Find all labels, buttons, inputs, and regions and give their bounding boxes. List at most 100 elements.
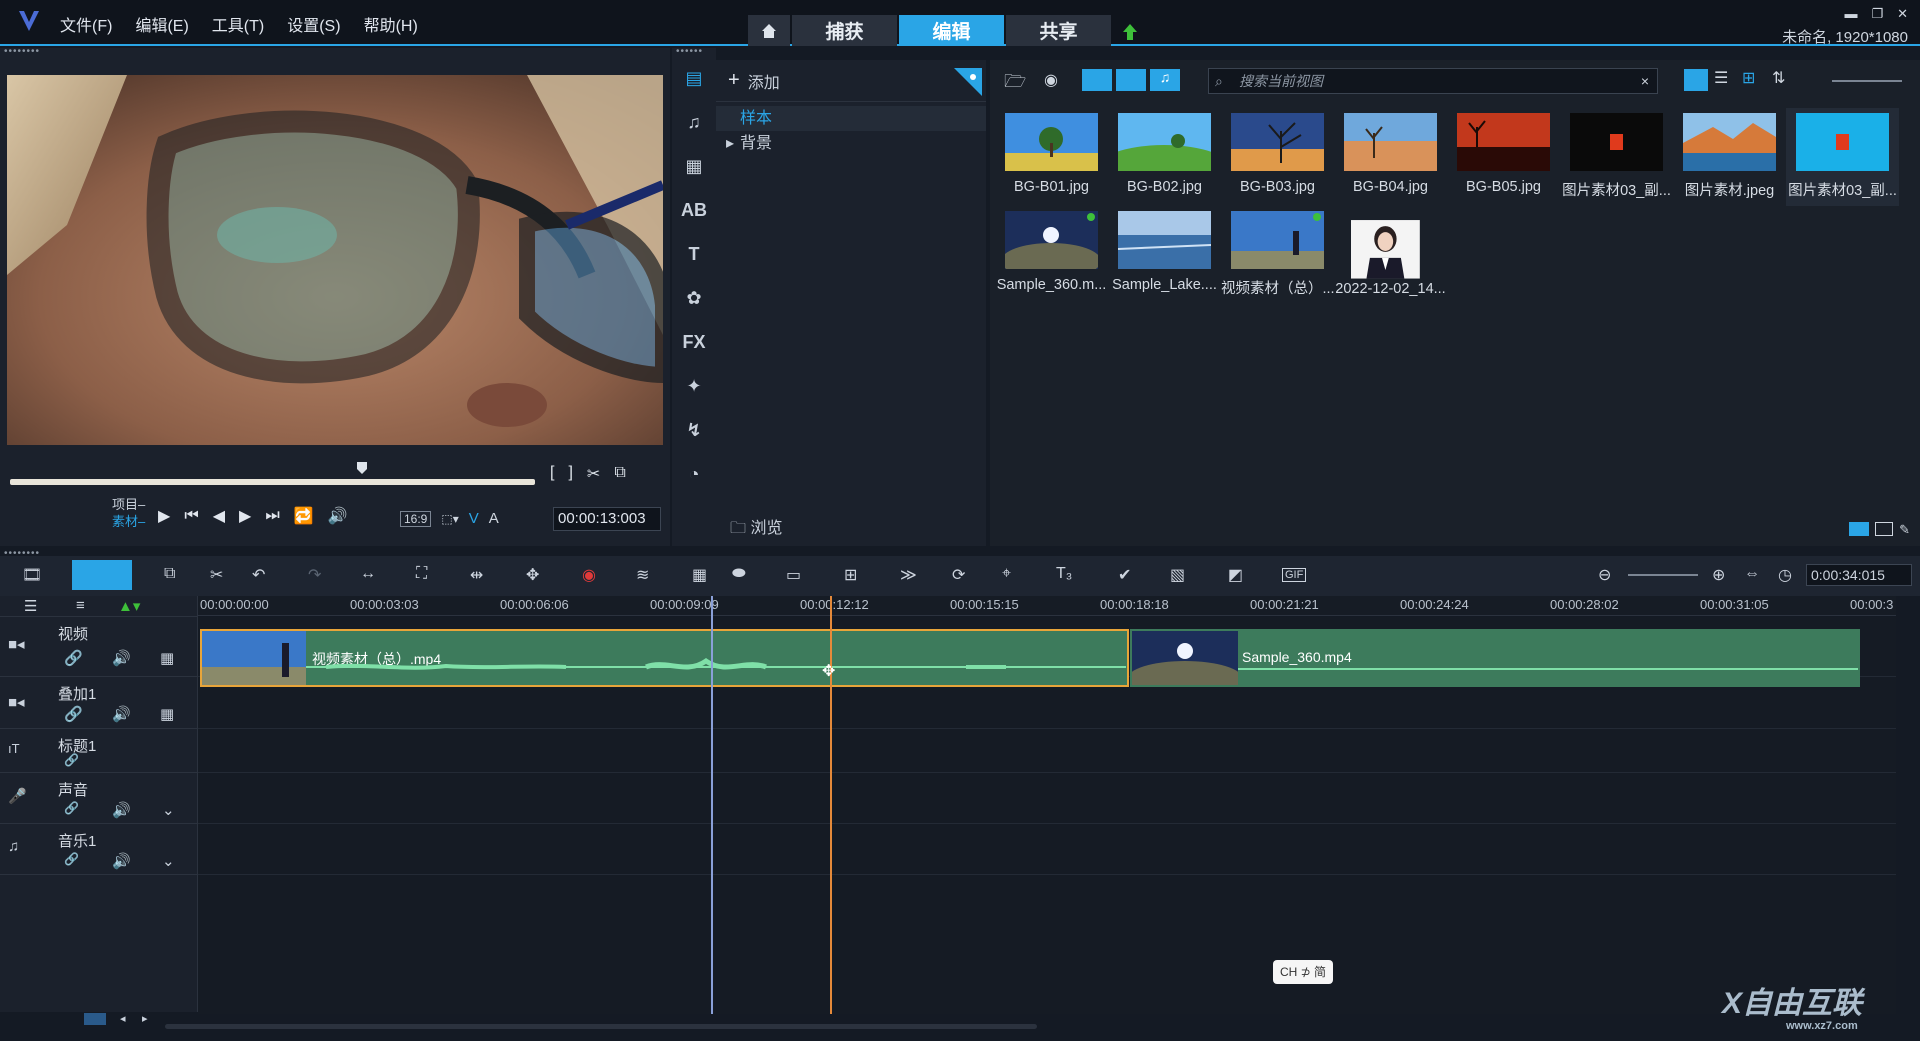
mask-creator-icon[interactable]: ▧ [1170, 565, 1185, 585]
text-icon[interactable]: T [672, 232, 716, 276]
media-item[interactable]: Sample_Lake.... [1108, 206, 1221, 304]
menu-edit[interactable]: 编辑(E) [135, 12, 188, 36]
aspect-ratio-button[interactable]: 16:9 [400, 510, 432, 527]
media-item-selected[interactable]: 图片素材03_副... [1786, 108, 1899, 206]
effects-wand-icon[interactable]: ✦ [672, 364, 716, 408]
search-input[interactable]: ⌕ 搜索当前视图 × [1208, 68, 1658, 94]
music-track-lane[interactable] [198, 824, 1896, 875]
mute-icon[interactable]: 🔊 [112, 705, 131, 723]
grid-toggle-icon[interactable]: ▦ [160, 649, 174, 667]
link-icon[interactable]: 🔗 [64, 753, 79, 767]
thumbnail-view-icon[interactable] [1684, 69, 1708, 91]
title-track-icon[interactable]: ıT [8, 741, 20, 756]
enlarge-preview-icon[interactable]: ⧉ [614, 464, 625, 484]
play-icon[interactable]: ▶ [158, 506, 170, 526]
tree-item-background[interactable]: ▸ 背景 [716, 131, 986, 156]
instant-project-icon[interactable]: ♫ [672, 100, 716, 144]
show-photos-toggle[interactable] [1116, 69, 1146, 91]
list-view-icon[interactable]: ☰ [1714, 68, 1728, 88]
music-track-icon[interactable]: ♫ [8, 838, 19, 855]
link-icon[interactable]: 🔗 [64, 705, 83, 723]
timeline-view-icon[interactable] [72, 560, 132, 590]
transition-icon[interactable]: ▦ [672, 144, 716, 188]
split-icon[interactable]: ⇹ [470, 565, 483, 585]
move-icon[interactable]: ✥ [526, 565, 539, 585]
link-icon[interactable]: 🔗 [64, 801, 79, 815]
restore-icon[interactable]: ❐ [1871, 6, 1883, 22]
crop-icon[interactable]: ⛶ [416, 565, 427, 583]
media-item[interactable]: BG-B03.jpg [1221, 108, 1334, 206]
previous-frame-icon[interactable]: ◀ [213, 506, 225, 526]
3d-title-icon[interactable]: T₃ [1056, 565, 1072, 583]
color-icon[interactable]: ◉ [582, 565, 596, 585]
grid-view-icon[interactable]: ⊞ [1742, 68, 1755, 88]
motion-icon[interactable]: ≫ [900, 565, 917, 585]
redo-icon[interactable]: ↷ [308, 565, 321, 585]
go-to-end-icon[interactable]: ⏭ [265, 507, 279, 525]
audio-wave-icon[interactable]: ≋ [636, 565, 649, 585]
timeline-horizontal-scrollbar[interactable] [165, 1024, 1037, 1029]
add-marker-icon[interactable]: ▲▾ [118, 597, 140, 615]
preview-scrubber[interactable] [10, 479, 535, 485]
tracking-icon[interactable]: ⌖ [1002, 565, 1011, 583]
panel-grip[interactable]: •••••••• [0, 47, 670, 57]
filter-fx-icon[interactable]: FX [672, 320, 716, 364]
tab-share[interactable]: 共享 [1006, 15, 1111, 46]
ime-indicator[interactable]: CH ⊅ 简 [1273, 960, 1333, 984]
loop-icon[interactable]: ⟳ [952, 565, 965, 585]
media-item[interactable]: 2022-12-02_14... [1334, 206, 1447, 304]
tab-capture[interactable]: 捕获 [792, 15, 897, 46]
scroll-right-icon[interactable]: ▸ [142, 1012, 148, 1025]
go-to-start-icon[interactable]: ⏮ [184, 507, 198, 525]
mark-out-icon[interactable]: ] [568, 464, 572, 484]
title-icon[interactable]: AB [672, 188, 716, 232]
media-item[interactable]: Sample_360.m... [995, 206, 1108, 304]
subtitle-icon[interactable]: ▭ [786, 565, 801, 585]
zoom-slider[interactable] [1628, 574, 1698, 576]
mute-icon[interactable]: 🔊 [112, 852, 131, 870]
upload-icon[interactable] [1120, 22, 1140, 42]
scrubber-handle-icon[interactable] [355, 461, 369, 475]
title-track-lane[interactable] [198, 729, 1896, 773]
voice-track-icon[interactable]: 🎤 [8, 787, 27, 805]
track-height-button[interactable] [84, 1013, 106, 1025]
fit-project-icon[interactable]: ⇔ [1744, 565, 1760, 583]
video-track-toggle[interactable]: V [469, 510, 479, 527]
media-item[interactable]: BG-B02.jpg [1108, 108, 1221, 206]
expand-track-icon[interactable]: ⌄ [162, 801, 175, 819]
grid-toggle-icon[interactable]: ▦ [160, 705, 174, 723]
library-view-a-icon[interactable] [1849, 522, 1870, 536]
browse-button[interactable]: 🗀 浏览 [730, 514, 782, 544]
tree-item-sample[interactable]: 样本 [716, 106, 986, 131]
zoom-out-icon[interactable]: ⊖ [1598, 565, 1611, 585]
close-icon[interactable]: ✕ [1897, 6, 1908, 22]
library-view-b-icon[interactable] [1875, 522, 1894, 536]
project-clip-mode[interactable]: 项目– 素材– [112, 496, 145, 530]
copy-icon[interactable]: ⧉ [164, 565, 175, 583]
overlay-track-icon[interactable]: ■◂ [8, 693, 25, 711]
tools-icon[interactable]: ✂ [210, 565, 223, 585]
resize-icon[interactable]: ⬚▾ [441, 512, 458, 526]
menu-tools[interactable]: 工具(T) [212, 12, 264, 36]
scroll-left-icon[interactable]: ◂ [120, 1012, 126, 1025]
menu-help[interactable]: 帮助(H) [364, 12, 418, 36]
pin-icon[interactable] [954, 68, 982, 96]
selection-marker-line[interactable] [711, 596, 713, 1014]
multicam-icon[interactable]: ▦ [692, 565, 707, 585]
next-frame-icon[interactable]: ▶ [239, 506, 251, 526]
media-item[interactable]: BG-B05.jpg [1447, 108, 1560, 206]
mask-icon[interactable]: ⬬ [732, 565, 746, 583]
gif-icon[interactable]: GIF [1282, 568, 1307, 582]
speed-gauge-icon[interactable]: ◔ [672, 452, 716, 496]
mute-icon[interactable]: 🔊 [112, 801, 131, 819]
graphics-icon[interactable]: ✿ [672, 276, 716, 320]
volume-icon[interactable]: 🔊 [328, 506, 348, 526]
show-audio-toggle[interactable]: ♫ [1150, 69, 1180, 91]
expand-track-icon[interactable]: ⌄ [162, 852, 175, 870]
timecode-field[interactable]: 00:00:13:003 [553, 507, 661, 531]
home-button[interactable] [748, 15, 790, 46]
add-folder-button[interactable]: + 添加 [716, 60, 986, 102]
mute-icon[interactable]: 🔊 [112, 649, 131, 667]
track-manager-icon[interactable]: ☰ [24, 597, 37, 615]
repeat-icon[interactable]: 🔁 [294, 506, 314, 526]
